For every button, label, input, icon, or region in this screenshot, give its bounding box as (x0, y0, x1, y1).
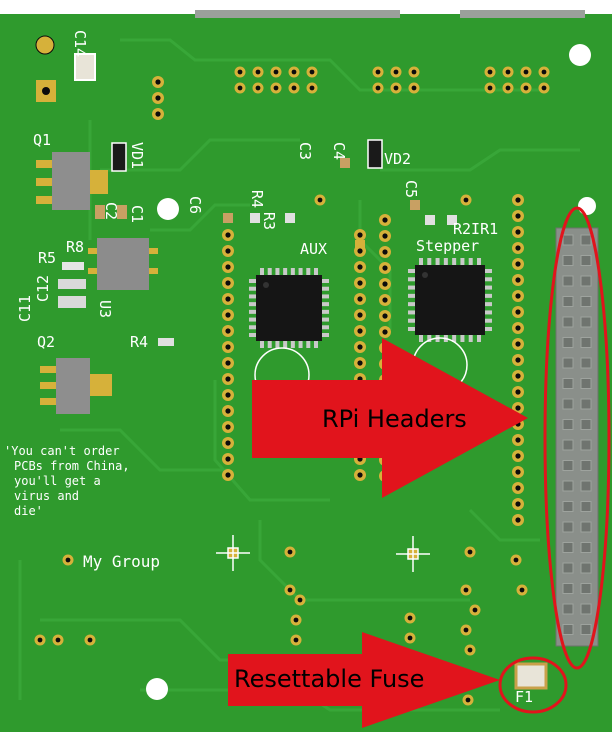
aux-ic (256, 275, 322, 341)
vd1-diode (111, 142, 127, 172)
silk-my-group: My Group (83, 552, 160, 571)
stepper-ic (415, 265, 485, 335)
silk-stepper: Stepper (416, 237, 479, 255)
silk-r5: R5 (38, 249, 56, 267)
resettable-fuse-label: Resettable Fuse (234, 665, 424, 693)
note-line-2: PCBs from China, (14, 459, 130, 473)
silk-c5: C5 (402, 180, 420, 198)
silk-vd2: VD2 (384, 150, 411, 168)
note-line-3: you'll get a (14, 474, 101, 488)
top-edge-connector-2 (460, 10, 585, 18)
silk-aux: AUX (300, 240, 327, 258)
silk-u3: U3 (96, 300, 114, 318)
silk-r2ir1: R2IR1 (453, 220, 498, 238)
r5-resistor (62, 262, 84, 270)
silk-c6: C6 (186, 196, 204, 214)
note-line-4: virus and (14, 489, 79, 503)
r4-left-resistor (158, 338, 174, 346)
top-edge-connector-1 (195, 10, 400, 18)
silk-q1: Q1 (33, 131, 51, 149)
silk-c14: C14 (71, 30, 89, 57)
rpi-headers-label: RPi Headers (322, 405, 467, 433)
pcb-board-svg: RPi Headers Resettable Fuse C14 Q1 VD1 C… (0, 10, 612, 732)
note-line-5: die' (14, 504, 43, 518)
u3-chip (88, 238, 158, 290)
pcb-render: RPi Headers Resettable Fuse C14 Q1 VD1 C… (0, 0, 612, 732)
silk-c3: C3 (296, 142, 314, 160)
c12-cap-a (58, 279, 86, 289)
silk-r4-left: R4 (130, 333, 148, 351)
rpi-header-block (555, 227, 599, 647)
silk-r4: R4 (248, 190, 266, 208)
f1-fuse (514, 662, 548, 690)
silk-vd1: VD1 (128, 142, 146, 169)
pad-square-hole (42, 87, 50, 95)
note-line-1: 'You can't order (4, 444, 120, 458)
silk-c2: C2 (102, 202, 120, 220)
silk-c4: C4 (330, 142, 348, 160)
c12-cap-b (58, 296, 86, 308)
silk-f1: F1 (515, 688, 533, 706)
silk-c12: C12 (34, 275, 52, 302)
silk-q2: Q2 (37, 333, 55, 351)
c14-cap (74, 53, 96, 81)
silk-r3: R3 (260, 212, 278, 230)
silk-r8: R8 (66, 238, 84, 256)
test-pad-top-left (35, 35, 55, 55)
silk-c1: C1 (128, 205, 146, 223)
silk-c11: C11 (16, 295, 34, 322)
